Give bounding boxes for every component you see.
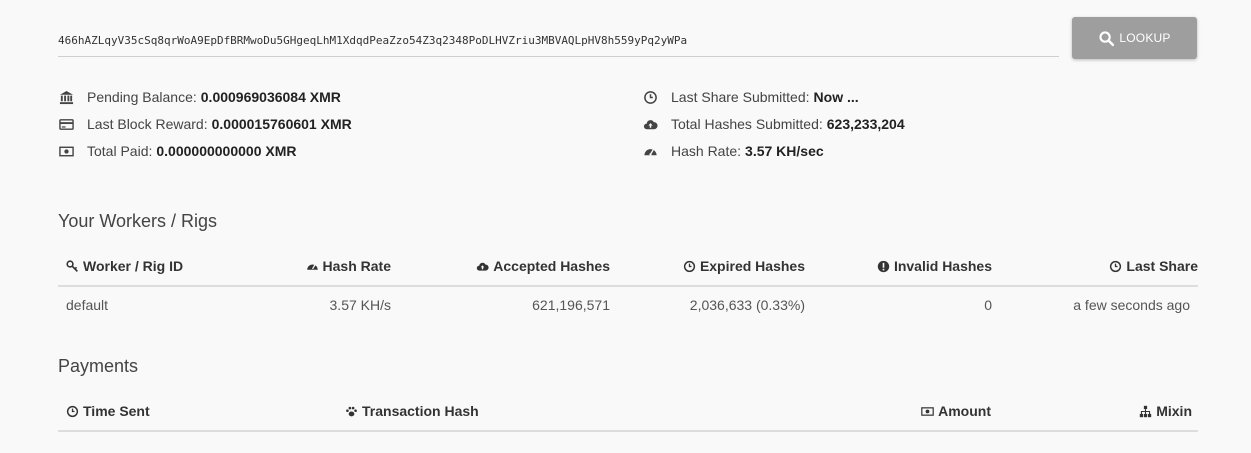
credit-card-icon [58,116,74,132]
paw-icon [346,406,357,416]
col-transaction-hash[interactable]: Transaction Hash [345,392,479,430]
clock-icon [683,260,696,272]
last-share-submitted-value: Now ... [813,89,859,105]
pending-balance-stat: Pending Balance: 0.000969036084 XMR [58,87,341,107]
search-icon [1099,30,1115,46]
workers-table: Worker / Rig ID Hash Rate Accepted Hashe… [58,247,1198,323]
hash-rate-value: 3.57 KH/sec [745,143,824,159]
col-expired-hashes[interactable]: Expired Hashes [683,247,805,285]
payments-table: Time Sent Transaction Hash Amount Mixin [58,392,1198,432]
last-block-reward-value: 0.000015760601 XMR [211,116,352,132]
total-hashes-value: 623,233,204 [826,116,905,132]
col-accepted-hashes[interactable]: Accepted Hashes [476,247,610,285]
invalid-hashes-cell: 0 [984,297,992,313]
cloud-upload-icon [642,116,658,132]
total-paid-label: Total Paid: [87,143,153,159]
pending-balance-value: 0.000969036084 XMR [200,89,341,105]
workers-section-title: Your Workers / Rigs [58,211,218,231]
pending-balance-label: Pending Balance: [87,89,197,105]
bank-icon [58,89,74,105]
clock-icon [66,405,79,417]
col-invalid-hashes[interactable]: Invalid Hashes [877,247,992,285]
sitemap-icon [1140,405,1152,417]
hash-rate-cell: 3.57 KH/s [329,297,391,313]
lookup-button[interactable]: LOOKUP [1072,17,1197,59]
col-time-sent[interactable]: Time Sent [66,392,150,430]
worker-id-cell: default [66,297,109,313]
last-share-submitted-label: Last Share Submitted: [671,89,810,105]
last-block-reward-stat: Last Block Reward: 0.000015760601 XMR [58,114,352,134]
last-block-reward-label: Last Block Reward: [87,116,208,132]
lookup-button-label: LOOKUP [1119,31,1171,45]
table-row: default 3.57 KH/s 621,196,571 2,036,633 … [58,287,1198,323]
col-mixin-label: Mixin [1156,403,1192,419]
total-hashes-label: Total Hashes Submitted: [671,116,823,132]
payments-section-title: Payments [58,356,139,376]
col-expired-hashes-label: Expired Hashes [699,258,805,274]
col-worker-id-label: Worker / Rig ID [83,258,184,274]
clock-icon [642,89,658,105]
hash-rate-stat: Hash Rate: 3.57 KH/sec [642,141,824,161]
col-amount[interactable]: Amount [921,392,991,430]
col-mixin[interactable]: Mixin [1139,392,1192,430]
col-last-share-label: Last Share [1126,258,1198,274]
col-amount-label: Amount [938,403,991,419]
col-time-sent-label: Time Sent [83,403,150,419]
last-share-cell: a few seconds ago [1073,297,1190,313]
col-last-share[interactable]: Last Share [1109,247,1198,285]
col-hash-rate[interactable]: Hash Rate [306,247,391,285]
exclamation-circle-icon [877,260,890,272]
dashboard: LOOKUP Pending Balance: 0.000969036084 X… [0,0,1251,453]
total-paid-value: 0.000000000000 XMR [156,143,297,159]
money-icon [58,143,74,159]
col-hash-rate-label: Hash Rate [322,258,391,274]
col-worker-id[interactable]: Worker / Rig ID [66,247,183,285]
cloud-upload-icon [477,262,489,271]
payments-table-header: Time Sent Transaction Hash Amount Mixin [58,392,1198,432]
workers-table-header: Worker / Rig ID Hash Rate Accepted Hashe… [58,247,1198,287]
clock-icon [1110,260,1122,272]
money-icon [921,406,934,416]
key-icon [66,259,78,272]
wallet-address-input[interactable] [58,24,1059,57]
col-accepted-hashes-label: Accepted Hashes [493,258,610,274]
total-hashes-stat: Total Hashes Submitted: 623,233,204 [642,114,905,134]
total-paid-stat: Total Paid: 0.000000000000 XMR [58,141,296,161]
dashboard-icon [642,143,658,159]
col-invalid-hashes-label: Invalid Hashes [893,258,992,274]
last-share-submitted-stat: Last Share Submitted: Now ... [642,87,859,107]
accepted-hashes-cell: 621,196,571 [532,297,610,313]
hash-rate-label: Hash Rate: [671,143,742,159]
dashboard-icon [306,263,318,270]
expired-hashes-cell: 2,036,633 (0.33%) [689,297,805,313]
col-transaction-hash-label: Transaction Hash [362,403,479,419]
